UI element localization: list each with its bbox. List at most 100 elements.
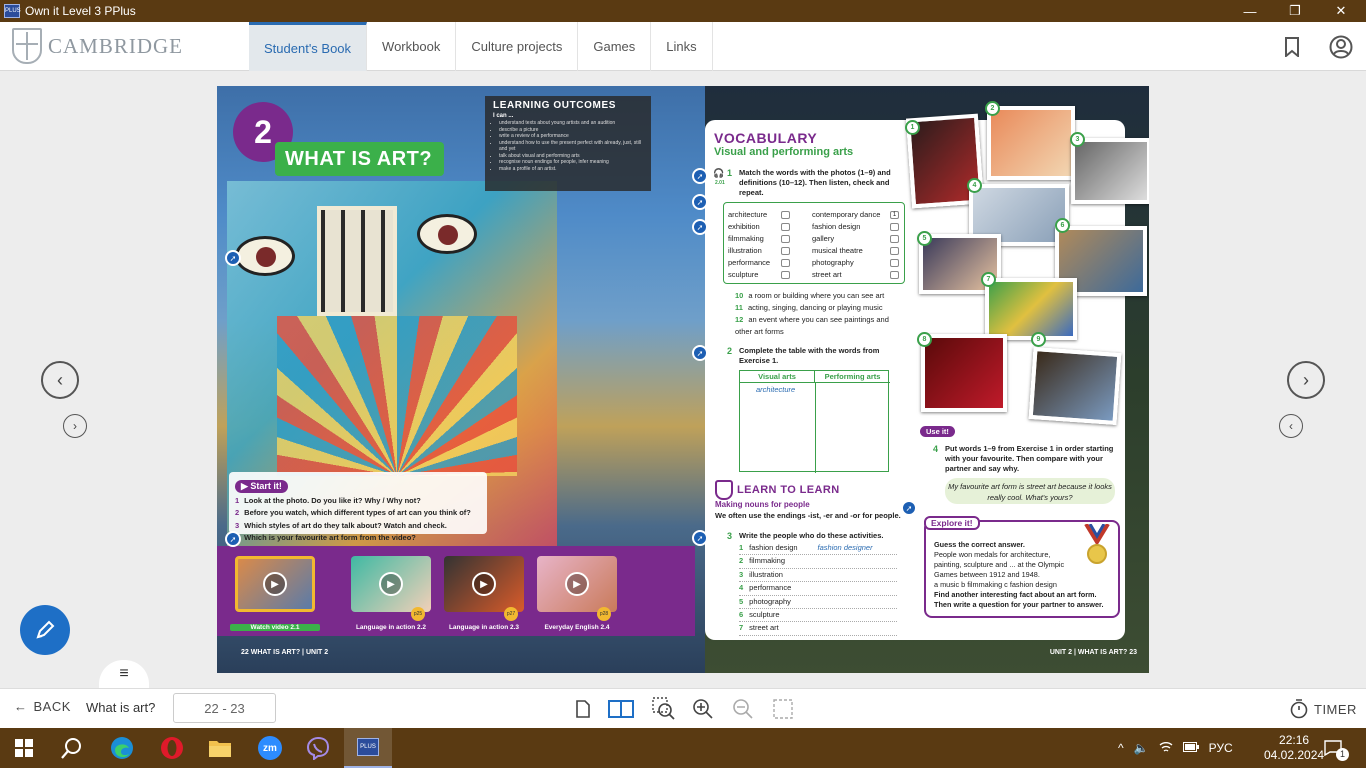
hotspot-icon[interactable]: ➚ <box>225 250 241 266</box>
back-button[interactable]: ← BACK <box>14 699 71 714</box>
fit-page-icon[interactable] <box>771 697 795 721</box>
timer-button[interactable]: TIMER <box>1290 699 1357 719</box>
video-label: Language in action 2.3 <box>448 624 520 631</box>
chevron-right-icon: › <box>73 419 77 433</box>
wifi-icon[interactable] <box>1159 741 1173 756</box>
answer-checkbox[interactable]: 1 <box>890 211 899 219</box>
double-page-icon[interactable] <box>607 697 635 721</box>
window-titlebar: PLUS Own it Level 3 PPlus — ❐ ✕ <box>0 0 1366 22</box>
app-icon: PLUS <box>4 4 21 18</box>
use-it-label: Use it! <box>920 426 955 437</box>
close-button[interactable]: ✕ <box>1318 0 1364 22</box>
stopwatch-icon <box>1290 699 1308 719</box>
hotspot-icon[interactable]: ➚ <box>692 219 708 235</box>
cambridge-logo[interactable]: CAMBRIDGE <box>12 28 183 64</box>
tab-links[interactable]: Links <box>651 22 713 71</box>
photo-filmmaking <box>1071 138 1149 204</box>
play-icon: ▶ <box>565 572 589 596</box>
battery-icon[interactable] <box>1182 741 1199 755</box>
prev-step-button[interactable]: › <box>63 414 87 438</box>
keyboard-language[interactable]: РУС <box>1209 741 1233 755</box>
hotspot-icon[interactable]: ➚ <box>901 500 917 516</box>
edge-icon[interactable] <box>98 728 146 768</box>
answer-checkbox[interactable] <box>781 247 790 255</box>
page-badge: p28 <box>597 607 611 621</box>
prev-page-button[interactable]: ‹ <box>41 361 79 399</box>
volume-icon[interactable]: 🔈 <box>1134 741 1149 755</box>
arrow-left-icon: ← <box>14 699 28 714</box>
notifications-button[interactable]: 1 <box>1324 728 1355 768</box>
minimize-button[interactable]: — <box>1227 0 1273 22</box>
back-label: BACK <box>33 699 71 714</box>
search-icon[interactable] <box>48 728 96 768</box>
hotspot-icon[interactable]: ➚ <box>225 531 241 547</box>
tab-games[interactable]: Games <box>578 22 652 71</box>
answer-checkbox[interactable] <box>781 259 790 267</box>
page-badge: p25 <box>411 607 425 621</box>
answer-checkbox[interactable] <box>890 271 899 279</box>
zoom-app-icon[interactable]: zm <box>246 728 294 768</box>
chevron-right-icon: › <box>1303 369 1309 390</box>
photo-street-art <box>985 278 1077 340</box>
video-thumb-2-3[interactable]: ▶ <box>444 556 524 612</box>
zoom-area-icon[interactable] <box>652 697 676 721</box>
ppplus-app-icon[interactable]: PLUS <box>344 728 392 768</box>
zoom-in-icon[interactable] <box>691 697 715 721</box>
page-number-input[interactable]: 22 - 23 <box>173 693 276 723</box>
tab-workbook[interactable]: Workbook <box>367 22 457 71</box>
windows-taskbar: zm PLUS ^ 🔈 РУС 22:16 04.02.2024 1 <box>0 728 1366 768</box>
next-page-button[interactable]: › <box>1287 361 1325 399</box>
bookmark-icon[interactable] <box>1279 34 1305 60</box>
answer-checkbox[interactable] <box>890 235 899 243</box>
answer-checkbox[interactable] <box>781 223 790 231</box>
answer-checkbox[interactable] <box>890 259 899 267</box>
definitions-list: 10 a room or building where you can see a… <box>735 290 905 338</box>
opera-icon[interactable] <box>148 728 196 768</box>
annotate-pen-button[interactable] <box>20 605 70 655</box>
answer-checkbox[interactable] <box>781 211 790 219</box>
zoom-out-icon[interactable] <box>731 697 755 721</box>
list-item: 2 filmmaking <box>739 555 897 569</box>
unit-title: WHAT IS ART? <box>275 142 445 176</box>
hotspot-icon[interactable]: ➚ <box>692 194 708 210</box>
hotspot-icon[interactable]: ➚ <box>692 345 708 361</box>
hotspot-icon[interactable]: ➚ <box>692 530 708 546</box>
file-explorer-icon[interactable] <box>196 728 244 768</box>
video-thumb-2-4[interactable]: ▶ <box>537 556 617 612</box>
windows-start-icon[interactable] <box>0 728 48 768</box>
answer-checkbox[interactable] <box>781 271 790 279</box>
tab-students-book[interactable]: Student's Book <box>249 22 368 71</box>
photo-number: 9 <box>1031 332 1046 347</box>
clock-date: 04.02.2024 <box>1264 748 1325 762</box>
video-label: Language in action 2.2 <box>355 624 427 631</box>
medal-icon <box>1084 524 1110 568</box>
clock[interactable]: 22:16 04.02.2024 <box>1264 728 1324 768</box>
definition-item: 12 an event where you can see paintings a… <box>735 315 889 336</box>
photo-number: 6 <box>1055 218 1070 233</box>
list-item: 4 performance <box>739 582 897 596</box>
outcome-item: make a profile of an artist. <box>499 166 643 173</box>
right-page: VOCABULARY Visual and performing arts 1 … <box>705 86 1149 673</box>
explore-it-box: Explore it! Guess the correct answer. Pe… <box>924 516 1120 618</box>
video-thumb-2-1[interactable]: ▶ <box>235 556 315 612</box>
single-page-icon[interactable] <box>571 697 595 721</box>
photo-number: 5 <box>917 231 932 246</box>
answer-checkbox[interactable] <box>890 223 899 231</box>
answer-checkbox[interactable] <box>781 235 790 243</box>
answer-checkbox[interactable] <box>890 247 899 255</box>
chevron-up-icon[interactable]: ^ <box>1118 741 1124 755</box>
viber-icon[interactable] <box>294 728 342 768</box>
start-it-heading: ▶ Start it! <box>235 480 288 493</box>
table-header-performing: Performing arts <box>815 371 890 383</box>
learning-outcomes: LEARNING OUTCOMES I can ... understand t… <box>485 96 651 191</box>
hotspot-icon[interactable]: ➚ <box>692 168 708 184</box>
audio-track: 2.01 <box>715 180 725 186</box>
list-item: 7 street art <box>739 622 897 636</box>
account-icon[interactable] <box>1328 34 1354 60</box>
tab-culture-projects[interactable]: Culture projects <box>456 22 579 71</box>
video-thumb-2-2[interactable]: ▶ <box>351 556 431 612</box>
restore-button[interactable]: ❐ <box>1272 0 1318 22</box>
play-icon: ▶ <box>379 572 403 596</box>
headphones-icon[interactable]: 🎧 <box>713 168 724 179</box>
next-step-button[interactable]: ‹ <box>1279 414 1303 438</box>
